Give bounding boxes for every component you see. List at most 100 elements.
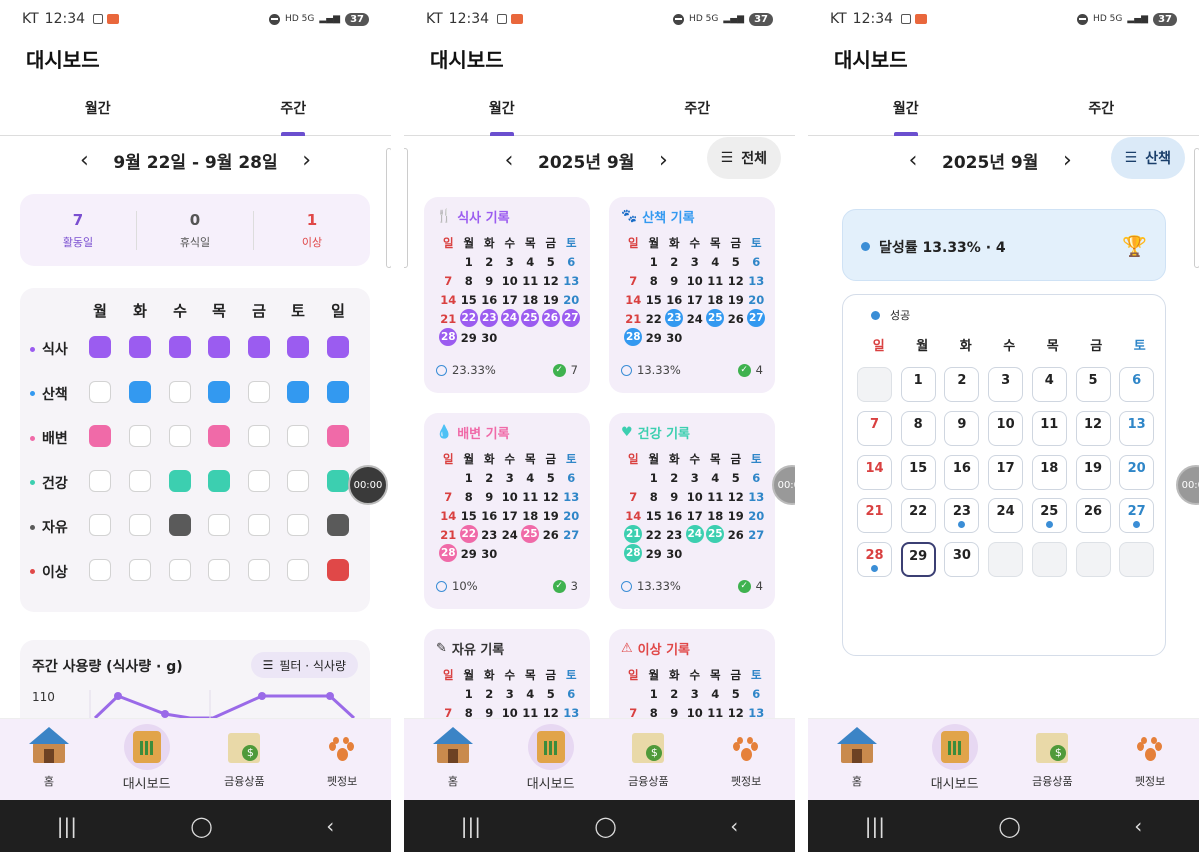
activity-cell[interactable] bbox=[169, 514, 191, 536]
activity-cell[interactable] bbox=[169, 425, 191, 447]
activity-cell[interactable] bbox=[89, 425, 111, 447]
activity-cell[interactable] bbox=[208, 469, 230, 492]
nav-item-pet[interactable]: 펫정보 bbox=[293, 719, 391, 800]
nav-item-finance[interactable]: 금융상품 bbox=[196, 719, 294, 800]
calendar-day[interactable]: 14 bbox=[857, 454, 892, 490]
activity-cell[interactable] bbox=[327, 380, 349, 403]
activity-cell[interactable] bbox=[287, 469, 309, 492]
tab-weekly[interactable]: 주간 bbox=[600, 88, 796, 135]
side-panel-edge[interactable] bbox=[386, 148, 391, 268]
calendar-day[interactable]: 26 bbox=[1075, 498, 1111, 534]
activity-cell[interactable] bbox=[89, 380, 111, 403]
activity-cell[interactable] bbox=[287, 380, 309, 403]
calendar-day[interactable]: 4 bbox=[1031, 367, 1067, 402]
prev-week-button[interactable]: ‹ bbox=[69, 148, 99, 173]
calendar-day[interactable]: 17 bbox=[988, 454, 1024, 490]
record-card[interactable]: 💧 배변 기록 일 월 화 수 목 금 토 1 2 3 4 5 6 7 8 9 10 11 12 13 14 15 16 17 18… bbox=[424, 413, 590, 609]
floating-timer[interactable]: 00:00 bbox=[348, 465, 388, 505]
calendar-day[interactable]: 23 bbox=[944, 498, 980, 534]
next-week-button[interactable]: › bbox=[292, 148, 322, 173]
nav-item-dashboard[interactable]: 대시보드 bbox=[906, 719, 1004, 800]
calendar-day[interactable]: 12 bbox=[1075, 410, 1111, 446]
back-button[interactable]: ‹ bbox=[730, 814, 738, 838]
activity-cell[interactable] bbox=[129, 514, 151, 536]
nav-item-home[interactable]: 홈 bbox=[0, 719, 98, 800]
activity-cell[interactable] bbox=[208, 336, 230, 358]
floating-timer[interactable]: 00:00 bbox=[1176, 465, 1199, 505]
nav-item-dashboard[interactable]: 대시보드 bbox=[502, 719, 600, 800]
calendar-day[interactable]: 15 bbox=[900, 454, 936, 490]
calendar-day[interactable]: 20 bbox=[1119, 454, 1155, 490]
calendar-day[interactable]: 24 bbox=[988, 498, 1024, 534]
calendar-day[interactable]: 2 bbox=[944, 367, 980, 402]
calendar-day[interactable]: 25 bbox=[1031, 498, 1067, 534]
nav-item-pet[interactable]: 펫정보 bbox=[1101, 719, 1199, 800]
calendar-day[interactable]: 6 bbox=[1119, 367, 1155, 402]
floating-timer[interactable]: 00:00 bbox=[772, 465, 795, 505]
activity-cell[interactable] bbox=[169, 380, 191, 403]
nav-item-dashboard[interactable]: 대시보드 bbox=[98, 719, 196, 800]
activity-cell[interactable] bbox=[208, 380, 230, 403]
nav-item-pet[interactable]: 펫정보 bbox=[697, 719, 795, 800]
calendar-day[interactable]: 3 bbox=[988, 367, 1024, 402]
calendar-day[interactable]: 28 bbox=[857, 542, 892, 578]
calendar-day[interactable]: 29 bbox=[900, 542, 936, 578]
activity-cell[interactable] bbox=[327, 469, 349, 492]
filter-button[interactable]: ☰ 전체 bbox=[706, 137, 781, 179]
nav-item-home[interactable]: 홈 bbox=[404, 719, 502, 800]
calendar-day[interactable]: 27 bbox=[1119, 498, 1155, 534]
activity-cell[interactable] bbox=[248, 380, 270, 403]
activity-cell[interactable] bbox=[208, 514, 230, 536]
recents-button[interactable]: ||| bbox=[57, 814, 77, 838]
activity-cell[interactable] bbox=[248, 336, 270, 358]
activity-cell[interactable] bbox=[327, 558, 349, 581]
nav-item-home[interactable]: 홈 bbox=[808, 719, 906, 800]
nav-item-finance[interactable]: 금융상품 bbox=[600, 719, 698, 800]
side-panel-edge[interactable] bbox=[404, 148, 408, 268]
calendar-day[interactable]: 11 bbox=[1031, 410, 1067, 446]
next-month-button[interactable]: › bbox=[1052, 148, 1082, 173]
calendar-day[interactable]: 30 bbox=[944, 542, 980, 578]
activity-cell[interactable] bbox=[327, 514, 349, 536]
calendar-day[interactable]: 16 bbox=[944, 454, 980, 490]
record-card[interactable]: 🍴 식사 기록 일 월 화 수 목 금 토 1 2 3 4 5 6 7 8 9 10 11 12 13 14 15 16 17 18… bbox=[424, 197, 590, 393]
activity-cell[interactable] bbox=[129, 425, 151, 447]
home-button[interactable]: ◯ bbox=[594, 814, 616, 838]
activity-cell[interactable] bbox=[169, 336, 191, 358]
activity-cell[interactable] bbox=[248, 425, 270, 447]
activity-cell[interactable] bbox=[327, 336, 349, 358]
activity-cell[interactable] bbox=[208, 558, 230, 581]
activity-cell[interactable] bbox=[89, 514, 111, 536]
activity-cell[interactable] bbox=[89, 558, 111, 581]
calendar-day[interactable]: 21 bbox=[857, 498, 892, 534]
filter-button[interactable]: ☰ 산책 bbox=[1110, 137, 1185, 179]
activity-cell[interactable] bbox=[248, 558, 270, 581]
activity-cell[interactable] bbox=[287, 558, 309, 581]
home-button[interactable]: ◯ bbox=[998, 814, 1020, 838]
tab-monthly[interactable]: 월간 bbox=[0, 88, 196, 135]
calendar-day[interactable]: 13 bbox=[1119, 410, 1155, 446]
calendar-day[interactable]: 7 bbox=[857, 410, 892, 446]
back-button[interactable]: ‹ bbox=[326, 814, 334, 838]
calendar-day[interactable]: 1 bbox=[900, 367, 936, 402]
calendar-day[interactable]: 9 bbox=[944, 410, 980, 446]
activity-cell[interactable] bbox=[248, 469, 270, 492]
activity-cell[interactable] bbox=[169, 469, 191, 492]
calendar-day[interactable]: 22 bbox=[900, 498, 936, 534]
prev-month-button[interactable]: ‹ bbox=[494, 148, 524, 173]
record-card[interactable]: 🐾 산책 기록 일 월 화 수 목 금 토 1 2 3 4 5 6 7 8 9 10 11 12 13 14 15 16 17 18… bbox=[609, 197, 775, 393]
activity-cell[interactable] bbox=[129, 469, 151, 492]
calendar-day[interactable]: 5 bbox=[1075, 367, 1111, 402]
record-card[interactable]: ♥ 건강 기록 일 월 화 수 목 금 토 1 2 3 4 5 6 7 8 9 10 11 12 13 14 15 16 17 18… bbox=[609, 413, 775, 609]
activity-cell[interactable] bbox=[287, 425, 309, 447]
home-button[interactable]: ◯ bbox=[190, 814, 212, 838]
tab-weekly[interactable]: 주간 bbox=[196, 88, 392, 136]
next-month-button[interactable]: › bbox=[648, 148, 678, 173]
calendar-day[interactable]: 10 bbox=[988, 410, 1024, 446]
activity-cell[interactable] bbox=[287, 514, 309, 536]
activity-cell[interactable] bbox=[248, 514, 270, 536]
prev-month-button[interactable]: ‹ bbox=[898, 148, 928, 173]
back-button[interactable]: ‹ bbox=[1134, 814, 1142, 838]
activity-cell[interactable] bbox=[169, 558, 191, 581]
side-panel-edge[interactable] bbox=[1194, 148, 1199, 268]
